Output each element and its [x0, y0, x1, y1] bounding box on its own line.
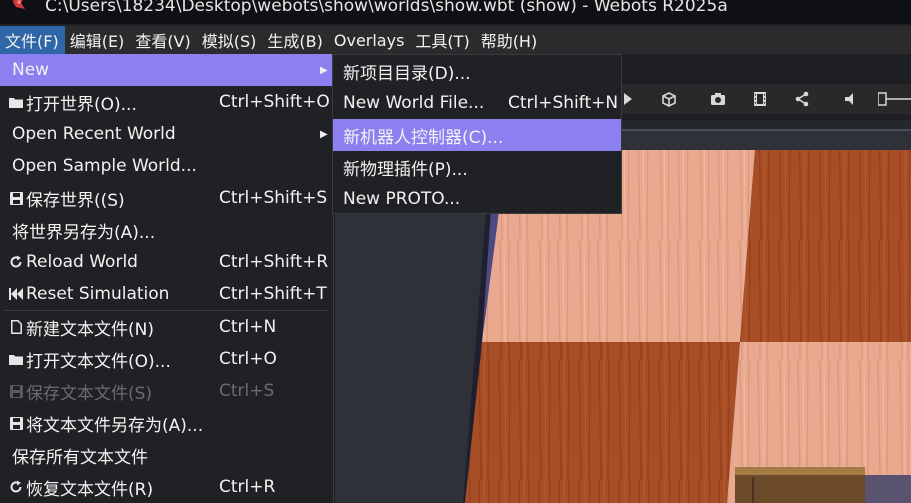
save-icon	[6, 384, 26, 398]
menu-item-new-project-directory[interactable]: 新项目目录(D)...	[333, 55, 621, 87]
menu-file[interactable]: 文件(F)	[0, 26, 65, 54]
menu-item-new-proto[interactable]: New PROTO...	[333, 183, 621, 215]
menu-bar: 文件(F) 编辑(E) 查看(V) 模拟(S) 生成(B) Overlays 工…	[0, 26, 911, 54]
reload-icon	[6, 480, 26, 494]
menu-overlays[interactable]: Overlays	[329, 26, 411, 54]
reload-icon	[6, 255, 26, 269]
window-title: C:\Users\18234\Desktop\webots\show\world…	[45, 0, 728, 16]
menu-item-open-world[interactable]: 打开世界(O)... Ctrl+Shift+O	[0, 86, 333, 118]
menu-item-save-text-file-as[interactable]: 将文本文件另存为(A)...	[0, 407, 333, 439]
menu-item-reload-world[interactable]: Reload World Ctrl+Shift+R	[0, 246, 333, 278]
menu-item-new-text-file[interactable]: 新建文本文件(N) Ctrl+N	[0, 311, 333, 343]
menu-view[interactable]: 查看(V)	[130, 26, 196, 54]
menu-item-new-world-file[interactable]: New World File... Ctrl+Shift+N	[333, 87, 621, 119]
menu-item-new-robot-controller[interactable]: 新机器人控制器(C)...	[333, 119, 621, 151]
film-icon[interactable]	[751, 90, 769, 108]
menu-item-save-world[interactable]: 保存世界((S) Ctrl+Shift+S	[0, 182, 333, 214]
menu-item-save-all-text-files[interactable]: 保存所有文本文件	[0, 439, 333, 471]
new-submenu: 新项目目录(D)... New World File... Ctrl+Shift…	[332, 54, 622, 214]
menu-item-new-physics-plugin[interactable]: 新物理插件(P)...	[333, 151, 621, 183]
file-menu: New ▶ 打开世界(O)... Ctrl+Shift+O Open Recen…	[0, 54, 334, 503]
share-icon[interactable]	[793, 90, 811, 108]
submenu-arrow-icon: ▶	[320, 128, 328, 140]
menu-tools[interactable]: 工具(T)	[410, 26, 475, 54]
file-icon	[6, 320, 26, 334]
menu-item-revert-text-file[interactable]: 恢复文本文件(R) Ctrl+R	[0, 471, 333, 503]
menu-item-reset-simulation[interactable]: Reset Simulation Ctrl+Shift+T	[0, 278, 333, 310]
save-icon	[6, 416, 26, 430]
menu-build[interactable]: 生成(B)	[262, 26, 328, 54]
submenu-arrow-icon: ▶	[320, 64, 328, 76]
volume-icon[interactable]	[842, 90, 860, 108]
webots-app-icon	[13, 0, 25, 9]
simulation-toolbar	[620, 84, 911, 114]
menu-item-save-world-as[interactable]: 将世界另存为(A)...	[0, 214, 333, 246]
menu-item-open-recent-world[interactable]: Open Recent World ▶	[0, 118, 333, 150]
play-icon[interactable]	[620, 90, 638, 108]
camera-icon[interactable]	[709, 90, 727, 108]
view-cube-icon[interactable]	[660, 90, 678, 108]
menu-item-open-text-file[interactable]: 打开文本文件(O)... Ctrl+O	[0, 343, 333, 375]
volume-slider[interactable]	[878, 90, 911, 108]
folder-icon	[6, 96, 26, 108]
menu-item-open-sample-world[interactable]: Open Sample World...	[0, 150, 333, 182]
menu-item-save-text-file[interactable]: 保存文本文件(S) Ctrl+S	[0, 375, 333, 407]
folder-icon	[6, 353, 26, 365]
reset-icon	[6, 288, 26, 300]
menu-edit[interactable]: 编辑(E)	[65, 26, 131, 54]
menu-item-new[interactable]: New ▶	[0, 54, 333, 86]
save-icon	[6, 191, 26, 205]
title-bar: C:\Users\18234\Desktop\webots\show\world…	[0, 0, 911, 24]
menu-simulation[interactable]: 模拟(S)	[197, 26, 263, 54]
menu-help[interactable]: 帮助(H)	[476, 26, 544, 54]
